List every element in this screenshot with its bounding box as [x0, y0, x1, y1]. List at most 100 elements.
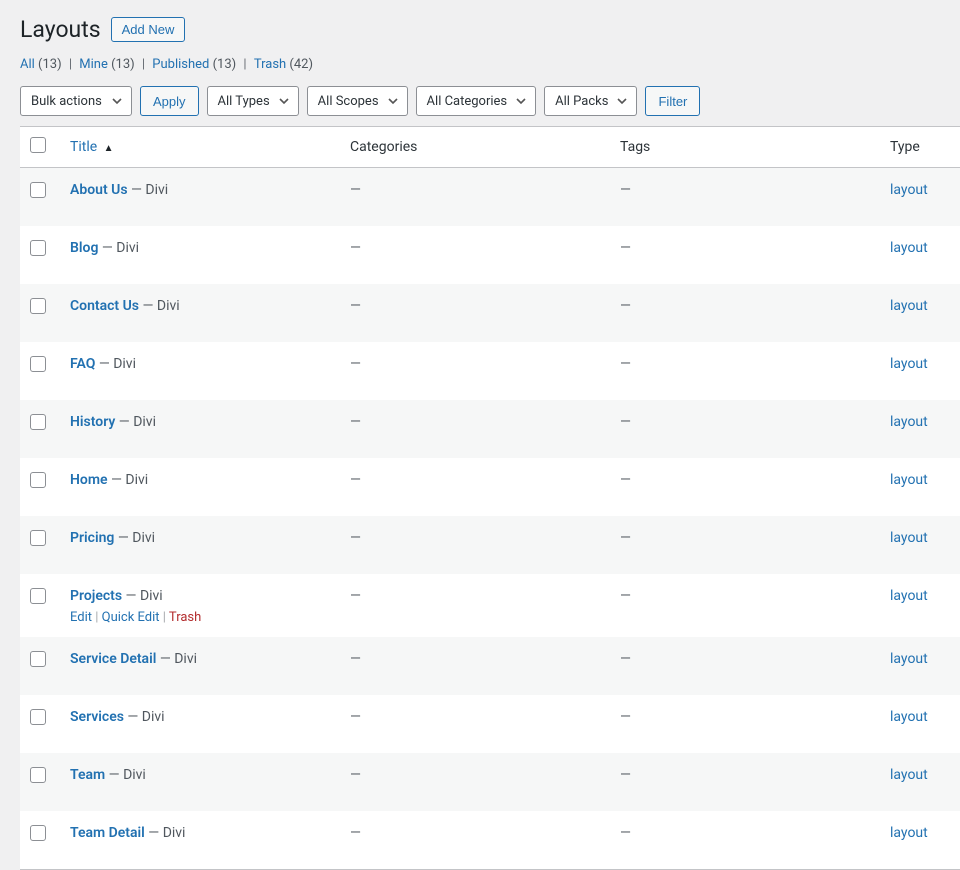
row-title-suffix: — Divi: [122, 588, 163, 604]
row-tags: —: [610, 342, 880, 400]
row-categories: —: [340, 811, 610, 869]
table-row: Team Detail — Divi —— layout: [20, 811, 960, 869]
types-select[interactable]: All Types: [207, 86, 299, 116]
view-filter-count: (13): [213, 57, 237, 72]
page-title: Layouts: [20, 16, 101, 43]
table-row: History — Divi——layout: [20, 400, 960, 458]
table-row: Contact Us — Divi——layout: [20, 284, 960, 342]
row-title-link[interactable]: Services: [70, 709, 124, 725]
row-tags: —: [610, 226, 880, 284]
bulk-actions-select[interactable]: Bulk actions: [20, 86, 132, 116]
row-type-link[interactable]: layout: [890, 182, 928, 198]
row-checkbox[interactable]: [30, 182, 46, 198]
filter-button[interactable]: Filter: [645, 86, 700, 116]
row-type-link[interactable]: layout: [890, 472, 928, 488]
row-action-edit[interactable]: Edit: [70, 610, 92, 625]
bulk-actions-label: Bulk actions: [31, 94, 102, 109]
row-action-quick-edit[interactable]: Quick Edit: [102, 610, 160, 625]
row-checkbox[interactable]: [30, 356, 46, 372]
view-filter-count: (13): [38, 57, 62, 72]
row-checkbox[interactable]: [30, 530, 46, 546]
row-title-suffix: — Divi: [95, 356, 136, 372]
row-type-link[interactable]: layout: [890, 588, 928, 604]
row-type-link[interactable]: layout: [890, 651, 928, 667]
row-categories: —: [340, 226, 610, 284]
column-type: Type: [880, 127, 960, 168]
row-type-link[interactable]: layout: [890, 356, 928, 372]
table-row: FAQ — Divi——layout: [20, 342, 960, 400]
row-title-link[interactable]: Team: [70, 767, 105, 783]
table-row: Team — Divi——layout: [20, 753, 960, 811]
sort-asc-icon: ▲: [104, 143, 114, 154]
row-tags: —: [610, 637, 880, 695]
row-actions: Edit | Quick Edit | Trash: [70, 610, 330, 625]
view-filter-link[interactable]: All (13): [20, 57, 62, 72]
chevron-down-icon: [616, 95, 628, 107]
view-filter-count: (13): [111, 57, 135, 72]
row-type-link[interactable]: layout: [890, 709, 928, 725]
row-title-link[interactable]: Projects: [70, 588, 122, 604]
select-all-checkbox[interactable]: [30, 137, 46, 153]
row-title-link[interactable]: Blog: [70, 240, 98, 256]
row-checkbox[interactable]: [30, 767, 46, 783]
row-title-link[interactable]: Team Detail: [70, 825, 145, 841]
table-row: About Us — Divi——layout: [20, 168, 960, 226]
view-filter-count: (42): [289, 57, 313, 72]
row-title-link[interactable]: Home: [70, 472, 108, 488]
row-title-link[interactable]: History: [70, 414, 115, 430]
row-checkbox[interactable]: [30, 298, 46, 314]
view-filters: All (13) | Mine (13) | Published (13) | …: [20, 57, 940, 72]
chevron-down-icon: [278, 95, 290, 107]
row-type-link[interactable]: layout: [890, 825, 928, 841]
packs-select[interactable]: All Packs: [544, 86, 637, 116]
table-row: Home — Divi——layout: [20, 458, 960, 516]
row-title-suffix: — Divi: [124, 709, 165, 725]
row-checkbox[interactable]: [30, 588, 46, 604]
row-title-link[interactable]: Service Detail: [70, 651, 156, 667]
table-row: Blog — Divi —— layout: [20, 226, 960, 284]
row-checkbox[interactable]: [30, 472, 46, 488]
row-checkbox[interactable]: [30, 651, 46, 667]
row-categories: —: [340, 516, 610, 574]
row-type-link[interactable]: layout: [890, 298, 928, 314]
row-checkbox[interactable]: [30, 240, 46, 256]
row-checkbox[interactable]: [30, 825, 46, 841]
row-title-suffix: — Divi: [115, 414, 156, 430]
column-categories: Categories: [340, 127, 610, 168]
row-title-link[interactable]: Pricing: [70, 530, 114, 546]
row-type-link[interactable]: layout: [890, 240, 928, 256]
categories-select-label: All Categories: [427, 94, 508, 109]
row-checkbox[interactable]: [30, 709, 46, 725]
row-title-suffix: — Divi: [139, 298, 180, 314]
row-title-link[interactable]: Contact Us: [70, 298, 139, 314]
view-filter-link[interactable]: Published (13): [152, 57, 236, 72]
add-new-button[interactable]: Add New: [111, 17, 186, 42]
row-checkbox[interactable]: [30, 414, 46, 430]
row-tags: —: [610, 811, 880, 869]
apply-button[interactable]: Apply: [140, 86, 199, 116]
row-tags: —: [610, 753, 880, 811]
categories-select[interactable]: All Categories: [416, 86, 537, 116]
column-title-sort[interactable]: Title ▲: [70, 139, 114, 155]
view-filter-link[interactable]: Trash (42): [254, 57, 313, 72]
chevron-down-icon: [111, 95, 123, 107]
row-action-trash[interactable]: Trash: [169, 610, 201, 625]
row-title-suffix: — Divi: [114, 530, 155, 546]
row-categories: —: [340, 400, 610, 458]
chevron-down-icon: [515, 95, 527, 107]
row-categories: —: [340, 168, 610, 226]
row-title-suffix: — Divi: [98, 240, 139, 256]
row-title-suffix: — Divi: [145, 825, 186, 841]
row-categories: —: [340, 637, 610, 695]
table-row: Service Detail — Divi——layout: [20, 637, 960, 695]
row-title-link[interactable]: FAQ: [70, 356, 95, 372]
row-title-link[interactable]: About Us: [70, 182, 128, 198]
row-type-link[interactable]: layout: [890, 767, 928, 783]
scopes-select[interactable]: All Scopes: [307, 86, 408, 116]
types-select-label: All Types: [218, 94, 270, 109]
view-filter-link[interactable]: Mine (13): [79, 57, 134, 72]
row-tags: —: [610, 574, 880, 637]
row-type-link[interactable]: layout: [890, 414, 928, 430]
row-type-link[interactable]: layout: [890, 530, 928, 546]
scopes-select-label: All Scopes: [318, 94, 379, 109]
